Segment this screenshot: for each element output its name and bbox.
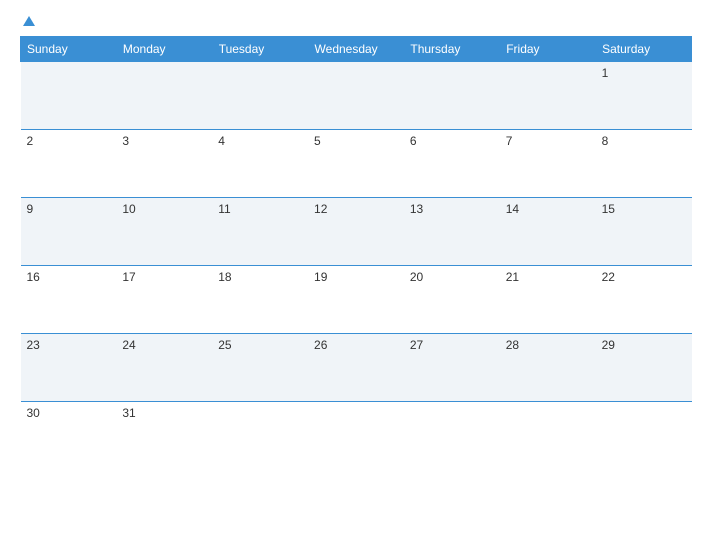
day-number: 20 bbox=[410, 270, 423, 284]
calendar-cell: 29 bbox=[596, 334, 692, 402]
day-number: 5 bbox=[314, 134, 321, 148]
calendar-cell bbox=[404, 402, 500, 457]
calendar-cell: 15 bbox=[596, 198, 692, 266]
day-number: 1 bbox=[602, 66, 609, 80]
header bbox=[20, 16, 692, 26]
calendar-cell: 18 bbox=[212, 266, 308, 334]
day-number: 16 bbox=[27, 270, 40, 284]
page: SundayMondayTuesdayWednesdayThursdayFrid… bbox=[0, 0, 712, 550]
day-number: 22 bbox=[602, 270, 615, 284]
calendar-cell: 28 bbox=[500, 334, 596, 402]
days-of-week-row: SundayMondayTuesdayWednesdayThursdayFrid… bbox=[21, 37, 692, 62]
calendar-cell: 31 bbox=[116, 402, 212, 457]
day-number: 12 bbox=[314, 202, 327, 216]
day-number: 17 bbox=[122, 270, 135, 284]
calendar-cell: 12 bbox=[308, 198, 404, 266]
calendar-cell: 1 bbox=[596, 62, 692, 130]
day-number: 11 bbox=[218, 202, 230, 216]
calendar-cell: 11 bbox=[212, 198, 308, 266]
day-number: 23 bbox=[27, 338, 40, 352]
week-row-3: 9 10 11 12 13 14 15 bbox=[21, 198, 692, 266]
calendar-cell bbox=[212, 62, 308, 130]
day-header-monday: Monday bbox=[116, 37, 212, 62]
day-number: 30 bbox=[27, 406, 40, 420]
day-number: 6 bbox=[410, 134, 417, 148]
calendar-cell bbox=[404, 62, 500, 130]
calendar-cell bbox=[116, 62, 212, 130]
day-header-saturday: Saturday bbox=[596, 37, 692, 62]
calendar-cell: 26 bbox=[308, 334, 404, 402]
calendar-cell: 9 bbox=[21, 198, 117, 266]
day-number: 7 bbox=[506, 134, 513, 148]
day-number: 27 bbox=[410, 338, 423, 352]
day-number: 29 bbox=[602, 338, 615, 352]
calendar-cell: 14 bbox=[500, 198, 596, 266]
calendar-cell bbox=[308, 402, 404, 457]
calendar-cell: 8 bbox=[596, 130, 692, 198]
calendar-cell: 20 bbox=[404, 266, 500, 334]
day-number: 4 bbox=[218, 134, 225, 148]
calendar-cell: 19 bbox=[308, 266, 404, 334]
day-header-friday: Friday bbox=[500, 37, 596, 62]
calendar-cell bbox=[500, 402, 596, 457]
calendar-cell bbox=[308, 62, 404, 130]
day-header-thursday: Thursday bbox=[404, 37, 500, 62]
day-number: 14 bbox=[506, 202, 519, 216]
calendar-cell: 10 bbox=[116, 198, 212, 266]
calendar-cell: 27 bbox=[404, 334, 500, 402]
day-number: 26 bbox=[314, 338, 327, 352]
calendar-cell: 17 bbox=[116, 266, 212, 334]
calendar-cell: 23 bbox=[21, 334, 117, 402]
calendar-cell: 7 bbox=[500, 130, 596, 198]
logo-triangle-icon bbox=[23, 16, 35, 26]
calendar-cell bbox=[21, 62, 117, 130]
calendar-cell: 16 bbox=[21, 266, 117, 334]
week-row-6: 30 31 bbox=[21, 402, 692, 457]
calendar-cell: 30 bbox=[21, 402, 117, 457]
day-number: 18 bbox=[218, 270, 231, 284]
day-number: 15 bbox=[602, 202, 615, 216]
calendar-cell: 4 bbox=[212, 130, 308, 198]
day-number: 2 bbox=[27, 134, 34, 148]
day-number: 9 bbox=[27, 202, 34, 216]
calendar-cell: 5 bbox=[308, 130, 404, 198]
calendar-cell: 22 bbox=[596, 266, 692, 334]
calendar-cell: 24 bbox=[116, 334, 212, 402]
calendar-table: SundayMondayTuesdayWednesdayThursdayFrid… bbox=[20, 36, 692, 457]
week-row-5: 23 24 25 26 27 28 29 bbox=[21, 334, 692, 402]
day-number: 25 bbox=[218, 338, 231, 352]
day-number: 8 bbox=[602, 134, 609, 148]
day-number: 3 bbox=[122, 134, 129, 148]
day-number: 28 bbox=[506, 338, 519, 352]
calendar-cell: 13 bbox=[404, 198, 500, 266]
calendar-cell: 21 bbox=[500, 266, 596, 334]
calendar-body: 1234567891011121314151617181920212223242… bbox=[21, 62, 692, 457]
calendar-cell bbox=[596, 402, 692, 457]
calendar-header: SundayMondayTuesdayWednesdayThursdayFrid… bbox=[21, 37, 692, 62]
day-number: 13 bbox=[410, 202, 423, 216]
day-header-wednesday: Wednesday bbox=[308, 37, 404, 62]
week-row-1: 1 bbox=[21, 62, 692, 130]
day-number: 31 bbox=[122, 406, 135, 420]
calendar-cell: 25 bbox=[212, 334, 308, 402]
calendar-cell bbox=[212, 402, 308, 457]
week-row-4: 16 17 18 19 20 21 22 bbox=[21, 266, 692, 334]
calendar-cell: 2 bbox=[21, 130, 117, 198]
day-number: 21 bbox=[506, 270, 519, 284]
week-row-2: 2 3 4 5 6 7 8 bbox=[21, 130, 692, 198]
calendar-cell: 3 bbox=[116, 130, 212, 198]
day-number: 19 bbox=[314, 270, 327, 284]
calendar-cell bbox=[500, 62, 596, 130]
day-header-tuesday: Tuesday bbox=[212, 37, 308, 62]
day-number: 10 bbox=[122, 202, 135, 216]
day-header-sunday: Sunday bbox=[21, 37, 117, 62]
day-number: 24 bbox=[122, 338, 135, 352]
calendar-cell: 6 bbox=[404, 130, 500, 198]
logo bbox=[20, 16, 35, 26]
